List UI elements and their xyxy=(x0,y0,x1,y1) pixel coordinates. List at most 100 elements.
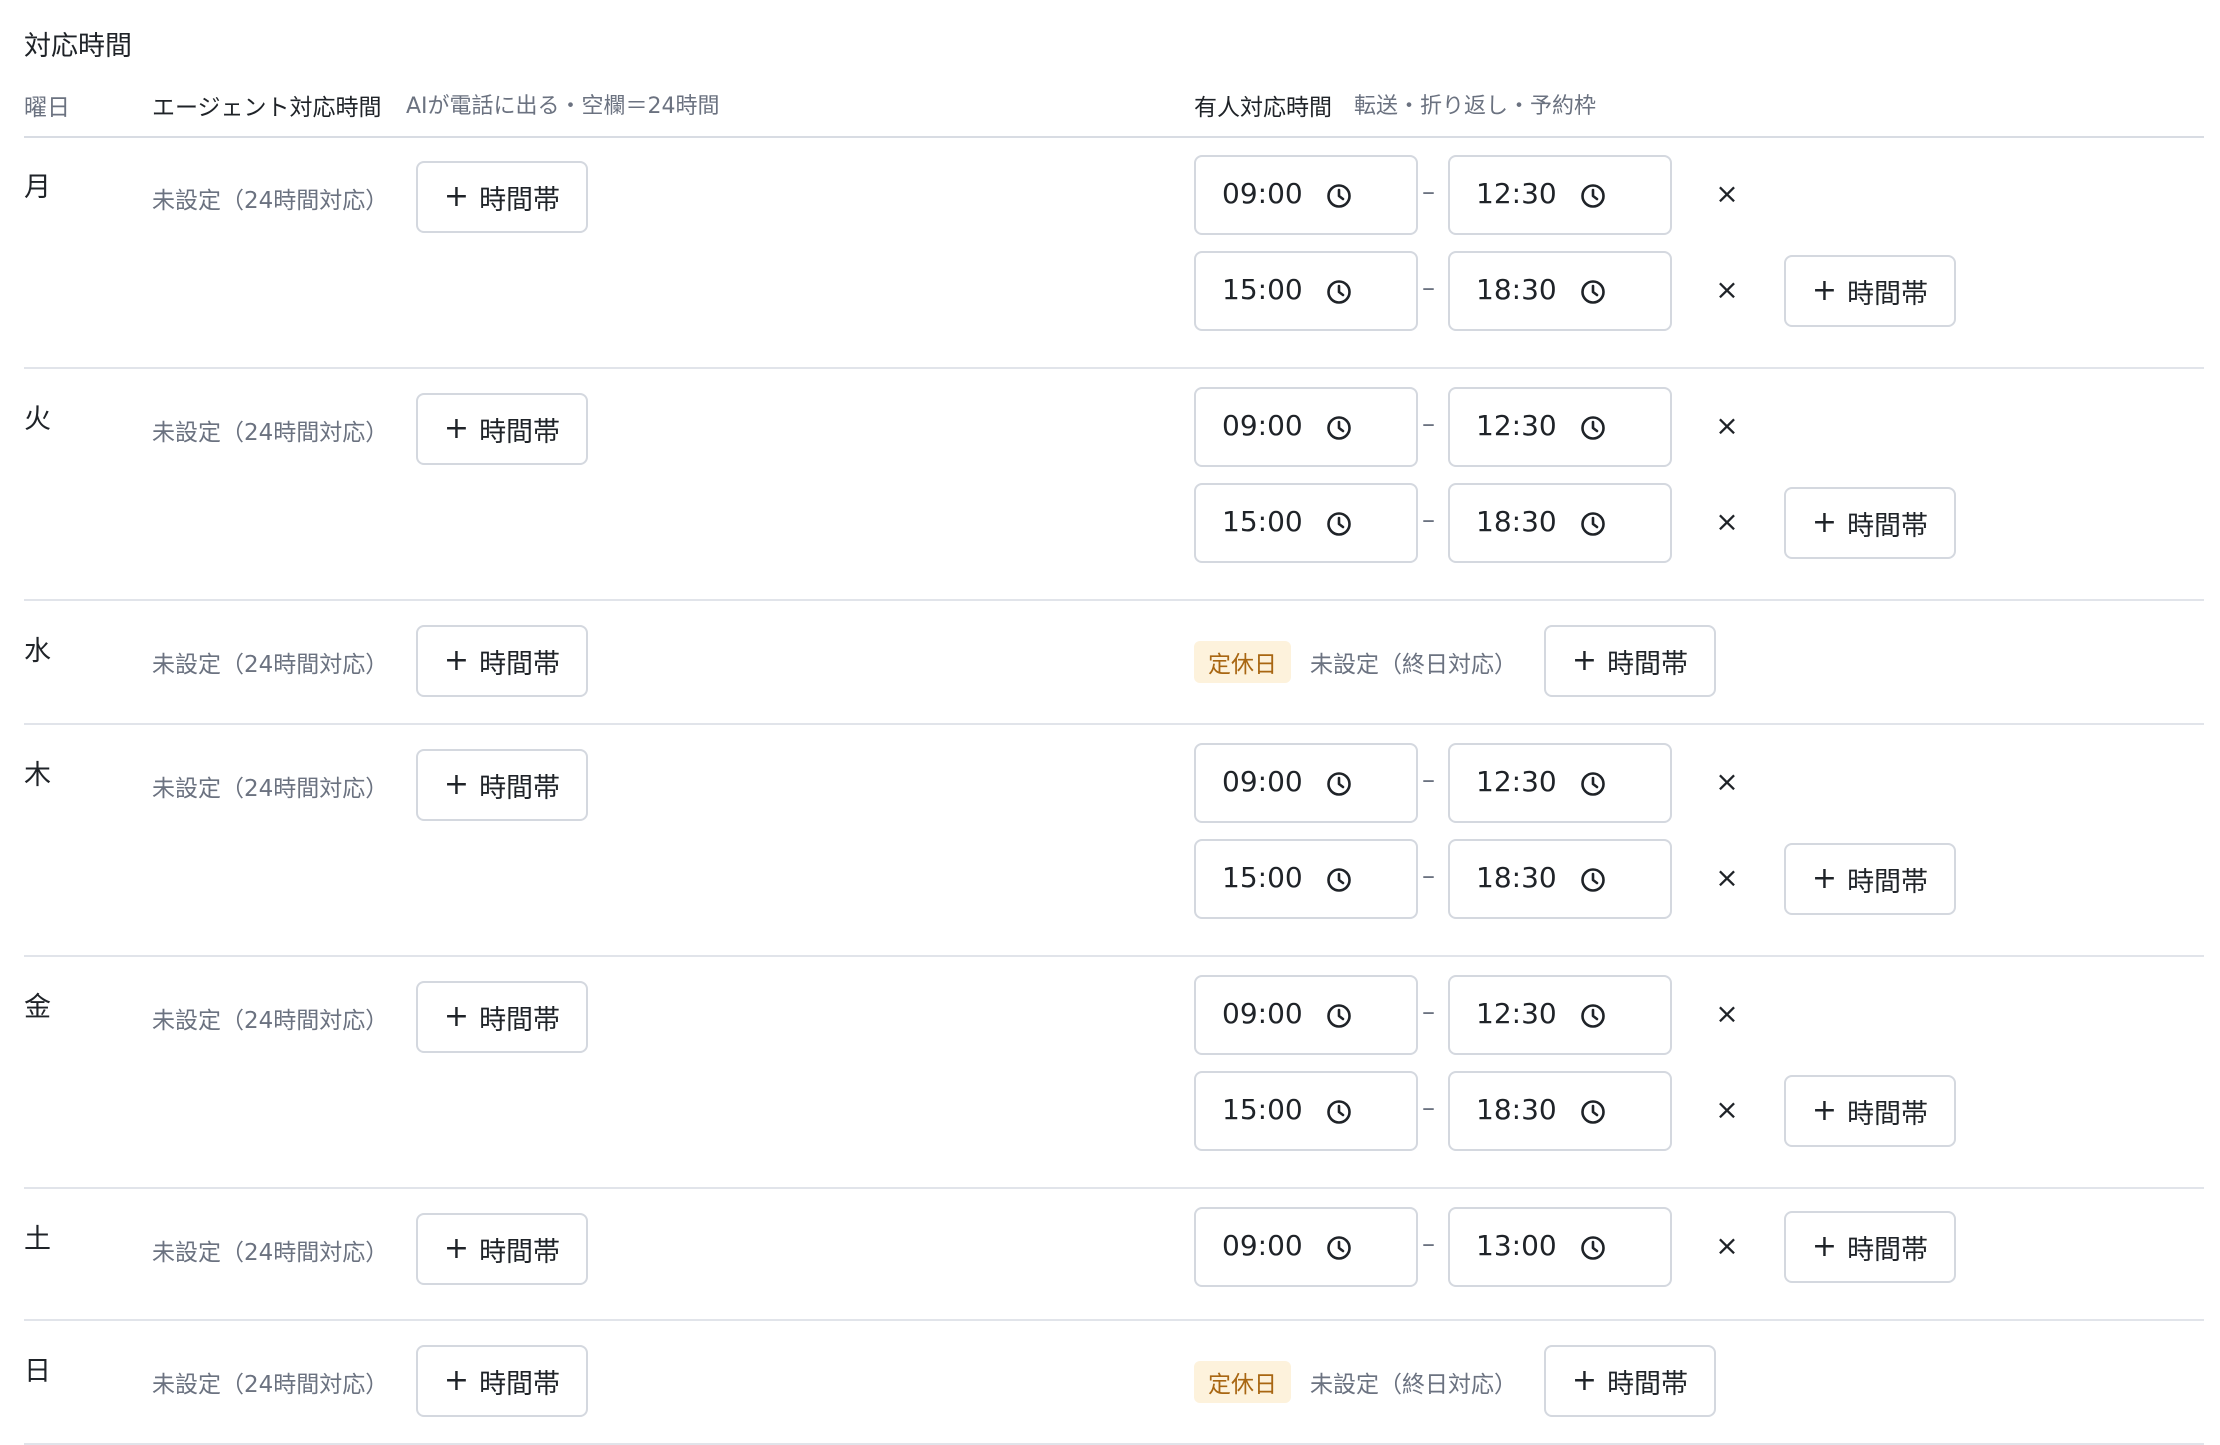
plus-icon: + xyxy=(1811,273,1838,308)
remove-slot-button[interactable]: × xyxy=(1712,505,1742,538)
start-time-value: 09:00 xyxy=(1222,409,1303,442)
plus-icon: + xyxy=(1571,1363,1598,1398)
clock-icon[interactable] xyxy=(1580,867,1606,893)
end-time-input[interactable]: 18:30 xyxy=(1448,483,1672,563)
start-time-value: 09:00 xyxy=(1222,997,1303,1030)
end-time-input[interactable]: 12:30 xyxy=(1448,743,1672,823)
range-dash: – xyxy=(1422,409,1435,439)
clock-icon[interactable] xyxy=(1326,1235,1352,1261)
agent-unset-note: 未設定（24時間対応） xyxy=(152,776,389,802)
remove-slot-button[interactable]: × xyxy=(1712,1093,1742,1126)
day-label: 土 xyxy=(24,1224,51,1255)
start-time-input[interactable]: 15:00 xyxy=(1194,1071,1418,1151)
human-add-slot-button[interactable]: + 時間帯 xyxy=(1784,1075,1956,1147)
remove-slot-button[interactable]: × xyxy=(1712,273,1742,306)
clock-icon[interactable] xyxy=(1326,511,1352,537)
agent-add-slot-button[interactable]: + 時間帯 xyxy=(416,1345,588,1417)
human-add-slot-button[interactable]: + 時間帯 xyxy=(1784,487,1956,559)
remove-slot-button[interactable]: × xyxy=(1712,861,1742,894)
add-slot-label: 時間帯 xyxy=(1847,1234,1929,1266)
end-time-input[interactable]: 12:30 xyxy=(1448,975,1672,1055)
add-slot-label: 時間帯 xyxy=(479,1236,561,1268)
agent-add-slot-button[interactable]: + 時間帯 xyxy=(416,981,588,1053)
clock-icon[interactable] xyxy=(1580,1003,1606,1029)
human-add-slot-button[interactable]: + 時間帯 xyxy=(1784,1211,1956,1283)
holiday-badge: 定休日 xyxy=(1194,641,1291,683)
day-row: 木未設定（24時間対応） + 時間帯 09:00 – 12:30 × 15:00 – 18:30 ×… xyxy=(24,725,2204,957)
start-time-input[interactable]: 09:00 xyxy=(1194,155,1418,235)
plus-icon: + xyxy=(443,643,470,678)
agent-unset-note: 未設定（24時間対応） xyxy=(152,1372,389,1398)
clock-icon[interactable] xyxy=(1580,279,1606,305)
human-add-slot-button[interactable]: + 時間帯 xyxy=(1784,255,1956,327)
remove-slot-button[interactable]: × xyxy=(1712,997,1742,1030)
range-dash: – xyxy=(1422,273,1435,303)
clock-icon[interactable] xyxy=(1326,415,1352,441)
agent-add-slot-button[interactable]: + 時間帯 xyxy=(416,749,588,821)
section-title: 対応時間 xyxy=(24,31,132,62)
clock-icon[interactable] xyxy=(1580,415,1606,441)
end-time-input[interactable]: 12:30 xyxy=(1448,387,1672,467)
human-unset-note: 未設定（終日対応） xyxy=(1310,1372,1517,1398)
end-time-input[interactable]: 18:30 xyxy=(1448,1071,1672,1151)
clock-icon[interactable] xyxy=(1580,1099,1606,1125)
day-row: 月未設定（24時間対応） + 時間帯 09:00 – 12:30 × 15:00 – 18:30 ×… xyxy=(24,137,2204,369)
clock-icon[interactable] xyxy=(1326,279,1352,305)
start-time-value: 09:00 xyxy=(1222,765,1303,798)
remove-slot-button[interactable]: × xyxy=(1712,177,1742,210)
add-slot-label: 時間帯 xyxy=(479,416,561,448)
plus-icon: + xyxy=(1811,861,1838,896)
range-dash: – xyxy=(1422,1093,1435,1123)
start-time-input[interactable]: 09:00 xyxy=(1194,1207,1418,1287)
remove-slot-button[interactable]: × xyxy=(1712,409,1742,442)
range-dash: – xyxy=(1422,177,1435,207)
clock-icon[interactable] xyxy=(1580,1235,1606,1261)
human-add-slot-button[interactable]: + 時間帯 xyxy=(1544,625,1716,697)
plus-icon: + xyxy=(1811,1229,1838,1264)
start-time-input[interactable]: 09:00 xyxy=(1194,975,1418,1055)
day-row: 火未設定（24時間対応） + 時間帯 09:00 – 12:30 × 15:00 – 18:30 ×… xyxy=(24,369,2204,601)
start-time-input[interactable]: 09:00 xyxy=(1194,743,1418,823)
add-slot-label: 時間帯 xyxy=(1607,648,1689,680)
add-slot-label: 時間帯 xyxy=(1847,278,1929,310)
range-dash: – xyxy=(1422,765,1435,795)
range-dash: – xyxy=(1422,861,1435,891)
clock-icon[interactable] xyxy=(1326,1003,1352,1029)
plus-icon: + xyxy=(443,1363,470,1398)
start-time-value: 09:00 xyxy=(1222,1229,1303,1262)
add-slot-label: 時間帯 xyxy=(479,184,561,216)
start-time-value: 15:00 xyxy=(1222,273,1303,306)
clock-icon[interactable] xyxy=(1326,1099,1352,1125)
plus-icon: + xyxy=(1811,1093,1838,1128)
clock-icon[interactable] xyxy=(1326,771,1352,797)
end-time-value: 12:30 xyxy=(1476,409,1557,442)
agent-add-slot-button[interactable]: + 時間帯 xyxy=(416,393,588,465)
plus-icon: + xyxy=(1811,505,1838,540)
start-time-input[interactable]: 15:00 xyxy=(1194,251,1418,331)
day-label: 金 xyxy=(24,992,51,1023)
agent-add-slot-button[interactable]: + 時間帯 xyxy=(416,1213,588,1285)
clock-icon[interactable] xyxy=(1326,867,1352,893)
clock-icon[interactable] xyxy=(1580,771,1606,797)
human-add-slot-button[interactable]: + 時間帯 xyxy=(1784,843,1956,915)
clock-icon[interactable] xyxy=(1580,511,1606,537)
human-add-slot-button[interactable]: + 時間帯 xyxy=(1544,1345,1716,1417)
remove-slot-button[interactable]: × xyxy=(1712,1229,1742,1262)
plus-icon: + xyxy=(443,1231,470,1266)
agent-add-slot-button[interactable]: + 時間帯 xyxy=(416,161,588,233)
clock-icon[interactable] xyxy=(1326,183,1352,209)
start-time-input[interactable]: 15:00 xyxy=(1194,483,1418,563)
remove-slot-button[interactable]: × xyxy=(1712,765,1742,798)
agent-unset-note: 未設定（24時間対応） xyxy=(152,652,389,678)
agent-add-slot-button[interactable]: + 時間帯 xyxy=(416,625,588,697)
start-time-value: 15:00 xyxy=(1222,505,1303,538)
end-time-input[interactable]: 18:30 xyxy=(1448,251,1672,331)
clock-icon[interactable] xyxy=(1580,183,1606,209)
day-label: 火 xyxy=(24,404,51,435)
day-row: 土未設定（24時間対応） + 時間帯 09:00 – 13:00 × + 時間帯 xyxy=(24,1189,2204,1321)
end-time-input[interactable]: 18:30 xyxy=(1448,839,1672,919)
start-time-input[interactable]: 15:00 xyxy=(1194,839,1418,919)
end-time-input[interactable]: 13:00 xyxy=(1448,1207,1672,1287)
end-time-input[interactable]: 12:30 xyxy=(1448,155,1672,235)
start-time-input[interactable]: 09:00 xyxy=(1194,387,1418,467)
